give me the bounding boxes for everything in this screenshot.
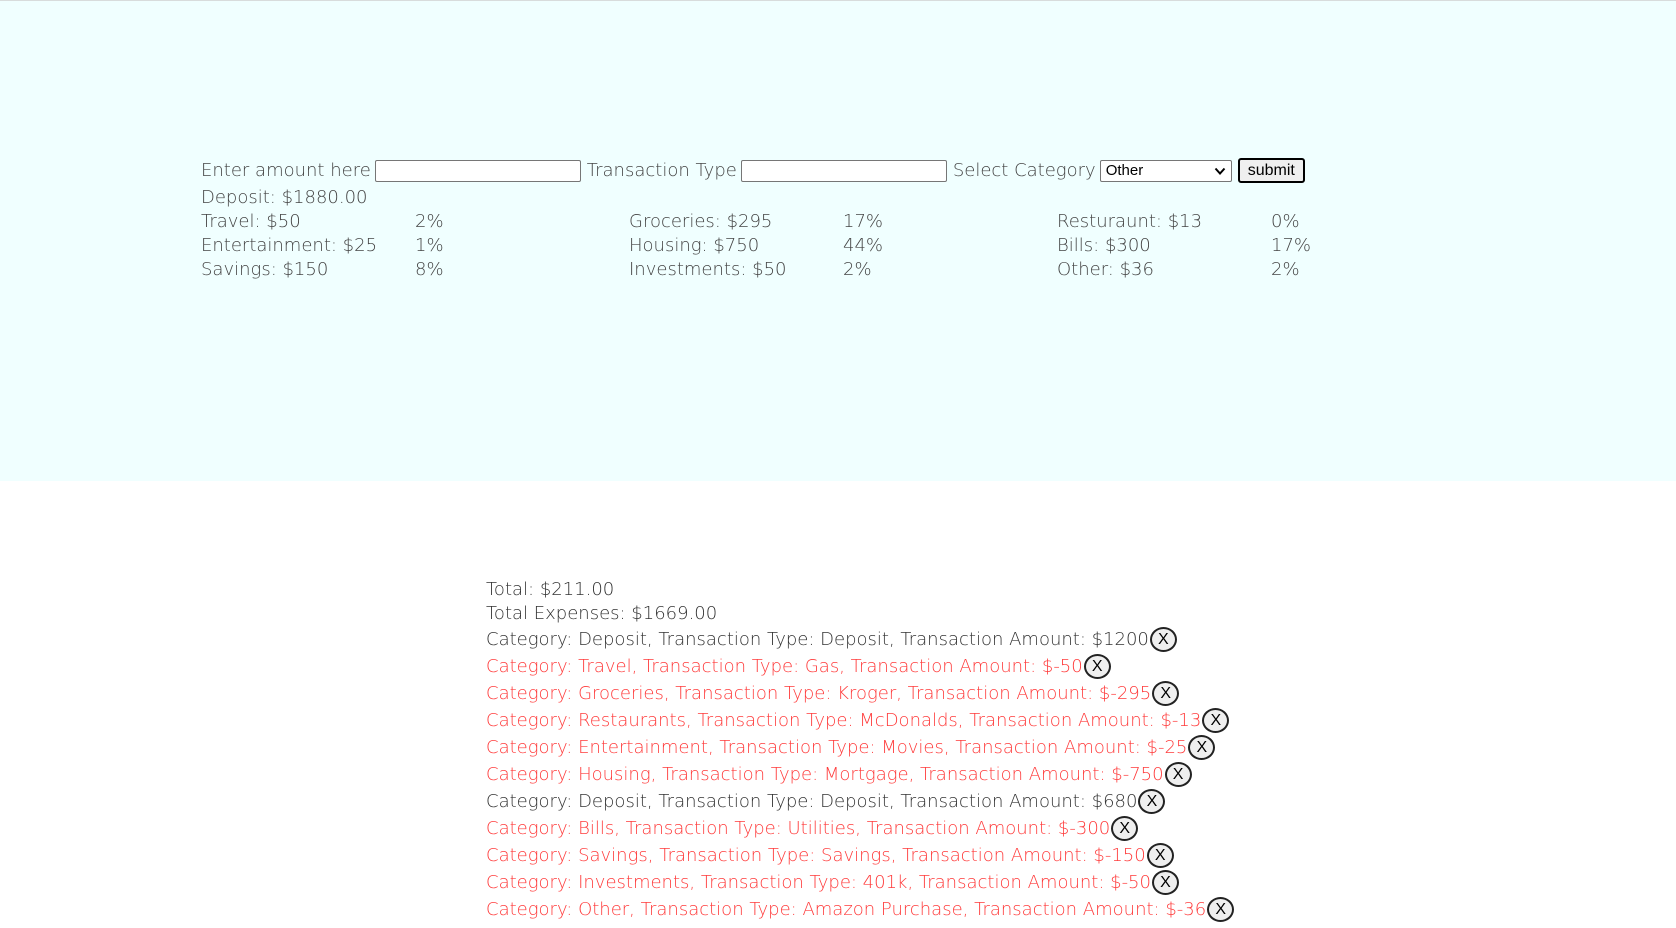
transaction-type-label: Transaction Type [586, 160, 737, 181]
category-amount: Travel: $50 [201, 211, 301, 232]
category-percent: 17% [1271, 235, 1312, 256]
transaction-text: Category: Deposit, Transaction Type: Dep… [486, 629, 1149, 650]
transaction-text: Category: Housing, Transaction Type: Mor… [486, 764, 1164, 785]
transaction-item: Category: Other, Transaction Type: Amazo… [486, 896, 1235, 923]
budget-panel: Enter amount here Transaction Type Selec… [0, 1, 1676, 481]
transaction-item: Category: Groceries, Transaction Type: K… [486, 680, 1234, 707]
category-amount: Groceries: $295 [629, 211, 773, 232]
category-select[interactable]: Other [1099, 159, 1232, 182]
category-amount: Resturaunt: $13 [1057, 211, 1203, 232]
delete-transaction-button[interactable]: X [1111, 816, 1139, 841]
submit-button[interactable]: submit [1237, 158, 1305, 183]
transaction-text: Category: Deposit, Transaction Type: Dep… [486, 791, 1138, 812]
delete-transaction-button[interactable]: X [1083, 654, 1111, 679]
category-percent: 2% [843, 259, 872, 280]
transaction-item: Category: Entertainment, Transaction Typ… [486, 734, 1234, 761]
transaction-item: Category: Savings, Transaction Type: Sav… [486, 842, 1234, 869]
category-percent: 1% [415, 235, 444, 256]
delete-transaction-button[interactable]: X [1138, 789, 1166, 814]
category-percent: 44% [843, 235, 884, 256]
transaction-item: Category: Deposit, Transaction Type: Dep… [486, 626, 1234, 653]
transaction-text: Category: Entertainment, Transaction Typ… [486, 737, 1188, 758]
transaction-text: Category: Restaurants, Transaction Type:… [486, 710, 1202, 731]
category-percent: 8% [415, 259, 444, 280]
transaction-type-input[interactable] [740, 159, 947, 182]
transaction-text: Category: Groceries, Transaction Type: K… [486, 683, 1152, 704]
transaction-item: Category: Deposit, Transaction Type: Dep… [486, 788, 1234, 815]
category-amount: Housing: $750 [629, 235, 760, 256]
transaction-text: Category: Bills, Transaction Type: Utili… [486, 818, 1111, 839]
category-amount: Investments: $50 [629, 259, 787, 280]
category-amount: Savings: $150 [201, 259, 329, 280]
category-amount: Other: $36 [1057, 259, 1154, 280]
total-balance: Total: $211.00 [486, 579, 615, 600]
delete-transaction-button[interactable]: X [1151, 870, 1179, 895]
transaction-item: Category: Housing, Transaction Type: Mor… [486, 761, 1234, 788]
category-amount: Bills: $300 [1057, 235, 1151, 256]
transaction-form: Enter amount here Transaction Type Selec… [201, 158, 1305, 183]
delete-transaction-button[interactable]: X [1164, 762, 1192, 787]
category-percent: 2% [1271, 259, 1300, 280]
amount-label: Enter amount here [201, 160, 371, 181]
amount-input[interactable] [374, 159, 581, 182]
transaction-list: Total: $211.00 Total Expenses: $1669.00 … [486, 578, 1235, 923]
delete-transaction-button[interactable]: X [1207, 897, 1235, 922]
deposit-summary: Deposit: $1880.00 [201, 187, 368, 208]
transaction-text: Category: Travel, Transaction Type: Gas,… [486, 656, 1083, 677]
category-amount: Entertainment: $25 [201, 235, 378, 256]
category-percent: 17% [843, 211, 884, 232]
transaction-item: Category: Travel, Transaction Type: Gas,… [486, 653, 1234, 680]
transaction-text: Category: Other, Transaction Type: Amazo… [486, 899, 1207, 920]
transaction-item: Category: Restaurants, Transaction Type:… [486, 707, 1234, 734]
transaction-item: Category: Investments, Transaction Type:… [486, 869, 1234, 896]
category-percent: 2% [415, 211, 444, 232]
total-expenses: Total Expenses: $1669.00 [486, 603, 718, 624]
delete-transaction-button[interactable]: X [1188, 735, 1216, 760]
delete-transaction-button[interactable]: X [1146, 843, 1174, 868]
delete-transaction-button[interactable]: X [1202, 708, 1230, 733]
transaction-text: Category: Investments, Transaction Type:… [486, 872, 1151, 893]
category-label: Select Category [952, 160, 1096, 181]
category-selected-value: Other [1105, 161, 1144, 179]
delete-transaction-button[interactable]: X [1152, 681, 1180, 706]
chevron-down-icon [1214, 167, 1225, 175]
category-percent: 0% [1271, 211, 1300, 232]
transaction-item: Category: Bills, Transaction Type: Utili… [486, 815, 1234, 842]
transaction-text: Category: Savings, Transaction Type: Sav… [486, 845, 1146, 866]
delete-transaction-button[interactable]: X [1149, 627, 1177, 652]
